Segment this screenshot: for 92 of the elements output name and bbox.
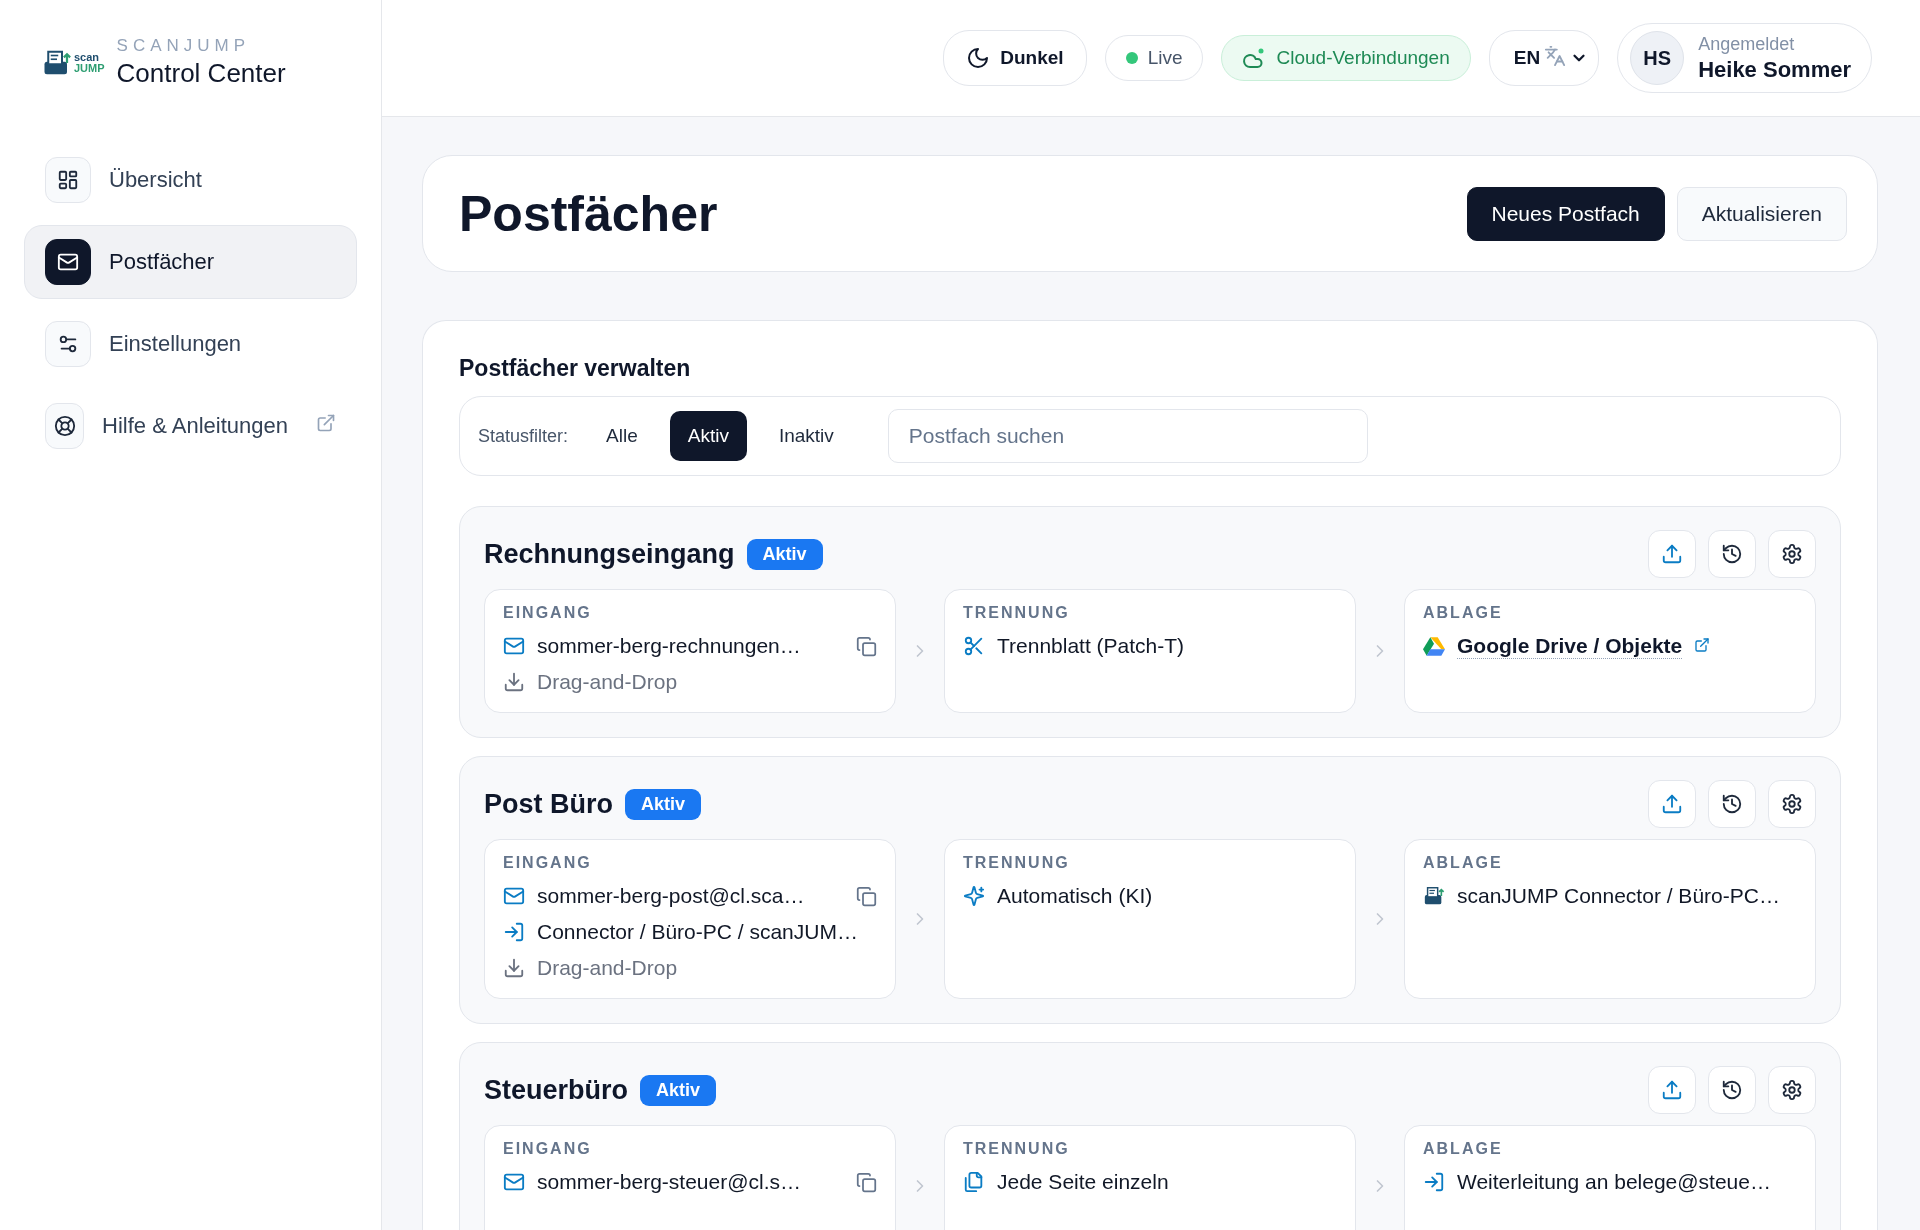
user-name: Heike Sommer	[1698, 56, 1851, 83]
grid-icon	[57, 169, 79, 191]
settings-button[interactable]	[1768, 1066, 1816, 1114]
step-text: sommer-berg-rechnungen…	[537, 634, 801, 658]
step-text: Drag-and-Drop	[537, 956, 678, 980]
lifebuoy-icon	[53, 415, 76, 437]
storage-link[interactable]: Google Drive / Objekte	[1457, 633, 1683, 659]
copy-button[interactable]	[856, 885, 877, 907]
settings-icon	[1781, 1079, 1803, 1101]
app-title: Control Center	[116, 58, 286, 89]
filter-tab[interactable]: Aktiv	[669, 411, 747, 461]
brand-name: SCANJUMP	[116, 36, 252, 56]
mail-icon	[57, 251, 79, 273]
translate-icon	[1544, 44, 1567, 67]
history-icon	[1721, 793, 1743, 815]
step-text: sommer-berg-steuer@cl.s…	[537, 1170, 802, 1194]
mail-icon	[503, 635, 525, 657]
status-badge: Aktiv	[746, 538, 823, 570]
sliders-icon	[57, 333, 79, 355]
step-text: Drag-and-Drop	[537, 670, 678, 694]
filter-tab[interactable]: Inaktiv	[760, 411, 852, 461]
history-button[interactable]	[1708, 1066, 1756, 1114]
theme-toggle[interactable]: Dunkel	[943, 30, 1087, 86]
step-label: TRENNUNG	[963, 604, 1071, 622]
step-text: Trennblatt (Patch-T)	[997, 634, 1185, 658]
step-text: scanJUMP Connector / Büro-PC…	[1457, 884, 1780, 908]
history-icon	[1721, 543, 1743, 565]
upload-icon	[1661, 543, 1683, 565]
mail-icon	[503, 1171, 525, 1193]
step-label: TRENNUNG	[963, 854, 1071, 872]
step-label: ABLAGE	[1423, 604, 1504, 622]
history-button[interactable]	[1708, 780, 1756, 828]
mail-icon	[503, 885, 525, 907]
status-pill: Live	[1104, 35, 1204, 81]
scanner-icon	[1423, 885, 1445, 907]
step-text: Jede Seite einzeln	[997, 1170, 1169, 1194]
language-select[interactable]: EN	[1488, 30, 1600, 86]
settings-button[interactable]	[1768, 780, 1816, 828]
sign-in-icon	[1423, 1171, 1445, 1193]
create-button[interactable]: Neues Postfach	[1466, 186, 1665, 241]
step-text: sommer-berg-post@cl.sca…	[537, 884, 805, 908]
nav-item[interactable]: Postfächer	[24, 225, 357, 299]
nav-item[interactable]: Einstellungen	[24, 307, 357, 381]
user-menu[interactable]: HS Angemeldet Heike Sommer	[1617, 23, 1872, 93]
step-label: ABLAGE	[1423, 854, 1504, 872]
mailbox-name: Post Büro	[484, 788, 613, 820]
step-label: EINGANG	[503, 604, 593, 622]
upload-icon	[1661, 793, 1683, 815]
settings-icon	[1781, 793, 1803, 815]
user-avatar: HS	[1630, 31, 1685, 85]
upload-button[interactable]	[1648, 1066, 1696, 1114]
download-icon	[503, 957, 525, 979]
sign-in-icon	[503, 921, 525, 943]
mailbox-name: Rechnungseingang	[484, 538, 735, 570]
upload-icon	[1661, 1079, 1683, 1101]
step-label: EINGANG	[503, 854, 593, 872]
cloud-connections-button[interactable]: Cloud-Verbindungen	[1221, 35, 1471, 81]
user-caption: Angemeldet	[1698, 33, 1796, 55]
copy-button[interactable]	[856, 635, 877, 657]
step-text: Connector / Büro-PC / scanJUM…	[537, 920, 858, 944]
drive-icon	[1423, 636, 1445, 656]
sparkles-icon	[963, 885, 985, 907]
upload-button[interactable]	[1648, 530, 1696, 578]
step-label: ABLAGE	[1423, 1140, 1504, 1158]
search-field[interactable]: Postfach suchen	[887, 409, 1368, 463]
upload-button[interactable]	[1648, 780, 1696, 828]
logo: scan JUMP	[42, 47, 105, 78]
step-text: Weiterleitung an belege@steue…	[1457, 1170, 1771, 1194]
filter-tab[interactable]: Alle	[588, 411, 656, 461]
status-badge: Aktiv	[640, 1074, 717, 1106]
settings-button[interactable]	[1768, 530, 1816, 578]
history-icon	[1721, 1079, 1743, 1101]
history-button[interactable]	[1708, 530, 1756, 578]
page-title: Postfächer	[459, 184, 718, 243]
scissors-icon	[963, 635, 985, 657]
copy-button[interactable]	[856, 1171, 877, 1193]
status-badge: Aktiv	[625, 788, 702, 820]
settings-icon	[1781, 543, 1803, 565]
step-label: EINGANG	[503, 1140, 593, 1158]
refresh-button[interactable]: Aktualisieren	[1676, 186, 1847, 241]
mailbox-name: Steuerbüro	[484, 1074, 629, 1106]
pages-icon	[963, 1171, 985, 1193]
external-link-icon	[1694, 637, 1711, 653]
nav-item[interactable]: Übersicht	[24, 143, 357, 217]
external-link-icon	[316, 413, 336, 433]
section-title: Postfächer verwalten	[459, 355, 692, 382]
step-label: TRENNUNG	[963, 1140, 1071, 1158]
nav-item[interactable]: Hilfe & Anleitungen	[24, 389, 357, 463]
filter-label: Statusfilter:	[478, 425, 569, 447]
download-icon	[503, 671, 525, 693]
moon-icon	[966, 46, 991, 70]
step-text: Automatisch (KI)	[997, 884, 1153, 908]
